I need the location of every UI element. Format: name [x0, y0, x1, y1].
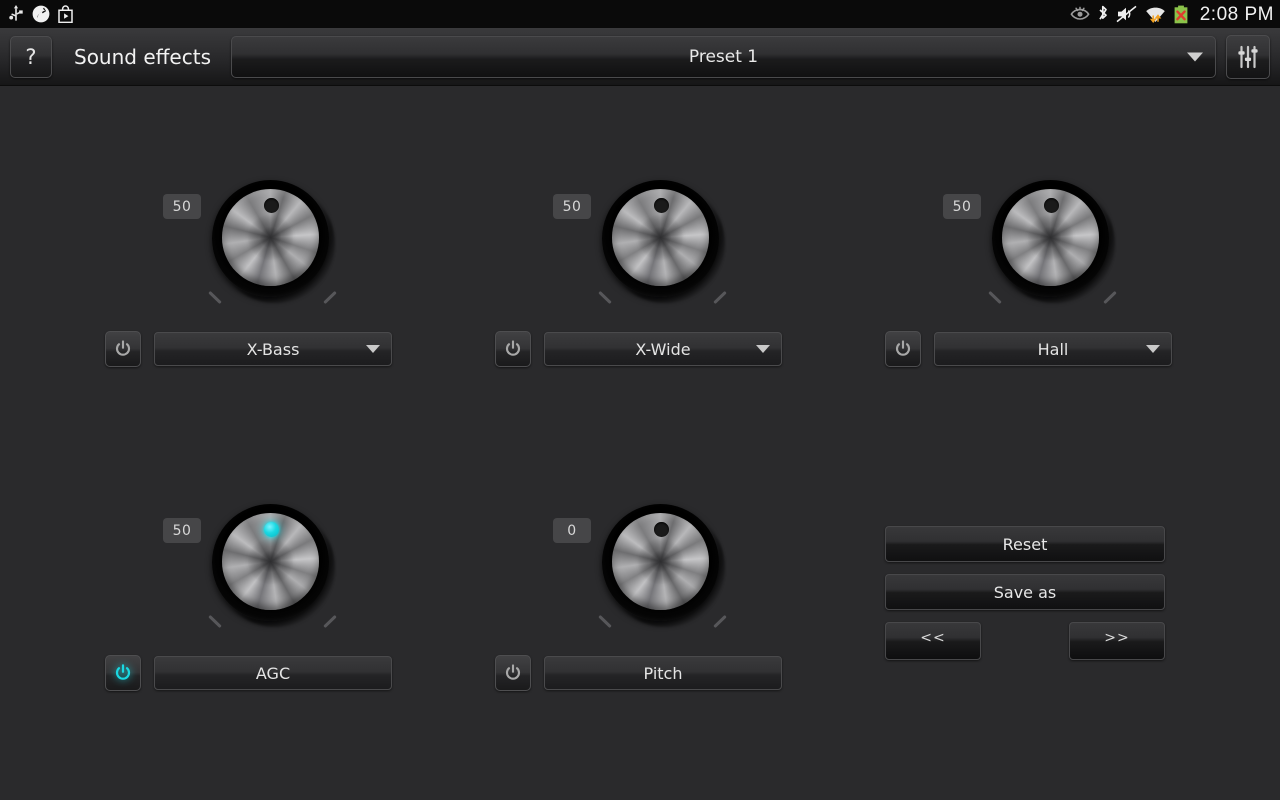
power-icon [113, 339, 133, 359]
eye-off-icon [1070, 6, 1090, 22]
effects-panel: 50 X-Bass 5 [0, 86, 1280, 800]
knob-tick-left-icon [208, 615, 222, 628]
control-row: Pitch [495, 655, 782, 691]
next-preset-button[interactable]: >> [1069, 622, 1165, 660]
control-row: Hall [885, 331, 1172, 367]
usb-icon [8, 5, 24, 23]
effect-dropdown-x-wide[interactable]: X-Wide [544, 332, 782, 366]
chevron-down-icon [366, 345, 380, 353]
knob-agc[interactable] [210, 502, 335, 627]
preset-dropdown[interactable]: Preset 1 [231, 36, 1216, 78]
knob-indicator-dot [654, 522, 669, 537]
knob-value-badge: 50 [943, 194, 981, 219]
control-row: X-Wide [495, 331, 782, 367]
power-icon [503, 339, 523, 359]
power-icon [893, 339, 913, 359]
effect-dropdown-x-bass[interactable]: X-Bass [154, 332, 392, 366]
effect-slot-agc: 50 AGC [105, 500, 405, 655]
knob-row: 50 [105, 500, 405, 655]
knob-tick-right-icon [1103, 291, 1117, 304]
control-row: X-Bass [105, 331, 392, 367]
effect-label-box-pitch[interactable]: Pitch [544, 656, 782, 690]
wifi-transfer-icon [1145, 5, 1166, 24]
knob-tick-right-icon [713, 291, 727, 304]
knob-value-badge: 50 [553, 194, 591, 219]
control-row: AGC [105, 655, 392, 691]
knob-pitch[interactable] [600, 502, 725, 627]
action-buttons: Reset Save as << >> [885, 526, 1175, 660]
preset-nav-row: << >> [885, 622, 1165, 660]
knob-indicator-dot [264, 198, 279, 213]
knob-hall[interactable] [990, 178, 1115, 303]
effect-label: AGC [256, 664, 290, 683]
previous-preset-button[interactable]: << [885, 622, 981, 660]
reset-button[interactable]: Reset [885, 526, 1165, 562]
knob-indicator-dot [1044, 198, 1059, 213]
battery-error-icon [1173, 5, 1189, 24]
status-bar-left-icons [8, 5, 73, 23]
effect-slot-x-wide: 50 X-Wide [495, 176, 795, 331]
equalizer-button[interactable] [1226, 35, 1270, 79]
power-toggle-x-bass[interactable] [105, 331, 141, 367]
knob-tick-right-icon [323, 615, 337, 628]
effect-label: Pitch [644, 664, 683, 683]
status-bar-right-icons: 2:08 PM [1070, 5, 1274, 24]
effect-label: X-Wide [635, 340, 690, 359]
sync-update-icon [32, 5, 50, 23]
effect-label: Hall [1038, 340, 1069, 359]
power-toggle-x-wide[interactable] [495, 331, 531, 367]
knob-row: 50 [885, 176, 1185, 331]
knob-value-badge: 0 [553, 518, 591, 543]
knob-tick-left-icon [598, 615, 612, 628]
knob-row: 0 [495, 500, 795, 655]
effect-slot-pitch: 0 Pitch [495, 500, 795, 655]
effect-dropdown-hall[interactable]: Hall [934, 332, 1172, 366]
volume-muted-icon [1116, 5, 1138, 23]
knob-indicator-dot [654, 198, 669, 213]
status-bar: 2:08 PM [0, 0, 1280, 28]
equalizer-sliders-icon [1235, 44, 1261, 70]
knob-x-wide[interactable] [600, 178, 725, 303]
effect-slot-x-bass: 50 X-Bass [105, 176, 405, 331]
power-toggle-pitch[interactable] [495, 655, 531, 691]
knob-indicator-dot [264, 522, 279, 537]
save-as-button[interactable]: Save as [885, 574, 1165, 610]
knob-tick-left-icon [598, 291, 612, 304]
power-toggle-hall[interactable] [885, 331, 921, 367]
play-store-icon [58, 5, 73, 23]
chevron-down-icon [756, 345, 770, 353]
app-header: ? Sound effects Preset 1 [0, 28, 1280, 86]
knob-tick-left-icon [988, 291, 1002, 304]
help-button[interactable]: ? [10, 36, 52, 78]
power-icon [503, 663, 523, 683]
knob-value-badge: 50 [163, 194, 201, 219]
knob-row: 50 [495, 176, 795, 331]
status-bar-clock: 2:08 PM [1200, 5, 1274, 24]
chevron-down-icon [1146, 345, 1160, 353]
knob-row: 50 [105, 176, 405, 331]
page-title: Sound effects [74, 45, 211, 69]
power-icon [113, 663, 133, 683]
effect-slot-hall: 50 Hall [885, 176, 1185, 331]
bluetooth-icon [1097, 5, 1109, 24]
help-button-label: ? [25, 45, 36, 69]
knob-tick-right-icon [713, 615, 727, 628]
effect-label-box-agc[interactable]: AGC [154, 656, 392, 690]
chevron-down-icon [1187, 52, 1203, 61]
preset-dropdown-value: Preset 1 [689, 47, 758, 67]
knob-tick-left-icon [208, 291, 222, 304]
knob-x-bass[interactable] [210, 178, 335, 303]
knob-value-badge: 50 [163, 518, 201, 543]
effect-label: X-Bass [247, 340, 300, 359]
knob-tick-right-icon [323, 291, 337, 304]
power-toggle-agc[interactable] [105, 655, 141, 691]
